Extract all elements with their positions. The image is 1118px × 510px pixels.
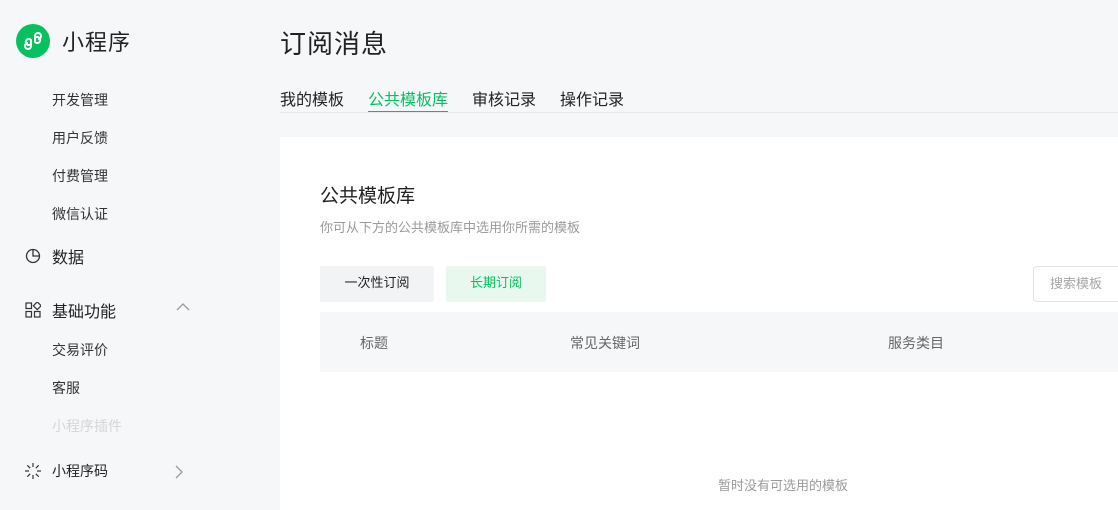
chevron-up-icon[interactable] xyxy=(176,302,190,312)
app-root: 小程序 开发管理 用户反馈 付费管理 微信认证 数据 基础功能 交易评价 客服 … xyxy=(0,0,1118,510)
chevron-right-icon[interactable] xyxy=(174,465,184,479)
sidebar-item-trade-review[interactable]: 交易评价 xyxy=(52,340,108,360)
sidebar-item-plugin[interactable]: 小程序插件 xyxy=(52,416,122,436)
tab-bar: 我的模板 公共模板库 审核记录 操作记录 xyxy=(280,86,648,113)
sidebar-item-customer-service[interactable]: 客服 xyxy=(52,378,80,398)
sidebar: 小程序 开发管理 用户反馈 付费管理 微信认证 数据 基础功能 交易评价 客服 … xyxy=(0,0,255,510)
tab-my-templates[interactable]: 我的模板 xyxy=(280,86,344,113)
grid-icon xyxy=(24,301,42,319)
library-title: 公共模板库 xyxy=(320,185,416,207)
empty-state-text: 暂时没有可选用的模板 xyxy=(718,479,849,494)
library-subtitle: 你可从下方的公共模板库中选用你所需的模板 xyxy=(320,221,581,236)
brand-name: 小程序 xyxy=(62,31,132,56)
sidebar-group-data[interactable]: 数据 xyxy=(24,244,84,268)
miniprogram-logo-icon xyxy=(16,24,50,58)
sidebar-group-qrcode[interactable]: 小程序码 xyxy=(24,461,108,481)
column-header-title: 标题 xyxy=(360,336,388,352)
pie-chart-icon xyxy=(24,247,42,265)
table-header: 标题 常见关键词 服务类目 xyxy=(320,312,1118,372)
tab-divider xyxy=(280,112,1118,113)
column-header-keywords: 常见关键词 xyxy=(570,336,640,352)
tab-operation-records[interactable]: 操作记录 xyxy=(560,86,624,113)
sidebar-group-basic-label: 基础功能 xyxy=(52,302,117,321)
tab-review-records[interactable]: 审核记录 xyxy=(472,86,536,113)
sidebar-item-wechat-verify[interactable]: 微信认证 xyxy=(52,204,108,224)
sidebar-group-basic[interactable]: 基础功能 xyxy=(24,298,116,322)
sidebar-item-dev-manage[interactable]: 开发管理 xyxy=(52,90,108,110)
column-header-category: 服务类目 xyxy=(888,336,944,352)
qrcode-icon xyxy=(24,462,42,480)
sidebar-item-payment[interactable]: 付费管理 xyxy=(52,166,108,186)
long-term-subscribe-button[interactable]: 长期订阅 xyxy=(446,266,546,302)
brand[interactable]: 小程序 xyxy=(16,24,131,58)
library-card: 公共模板库 你可从下方的公共模板库中选用你所需的模板 一次性订阅 长期订阅 标题… xyxy=(280,137,1118,510)
template-search-input[interactable] xyxy=(1033,266,1118,302)
sidebar-item-feedback[interactable]: 用户反馈 xyxy=(52,128,108,148)
tab-public-library[interactable]: 公共模板库 xyxy=(368,86,449,113)
page-title: 订阅消息 xyxy=(280,30,389,60)
sidebar-group-qrcode-label: 小程序码 xyxy=(52,464,108,480)
sidebar-group-data-label: 数据 xyxy=(52,248,85,267)
one-time-subscribe-button[interactable]: 一次性订阅 xyxy=(320,266,434,302)
